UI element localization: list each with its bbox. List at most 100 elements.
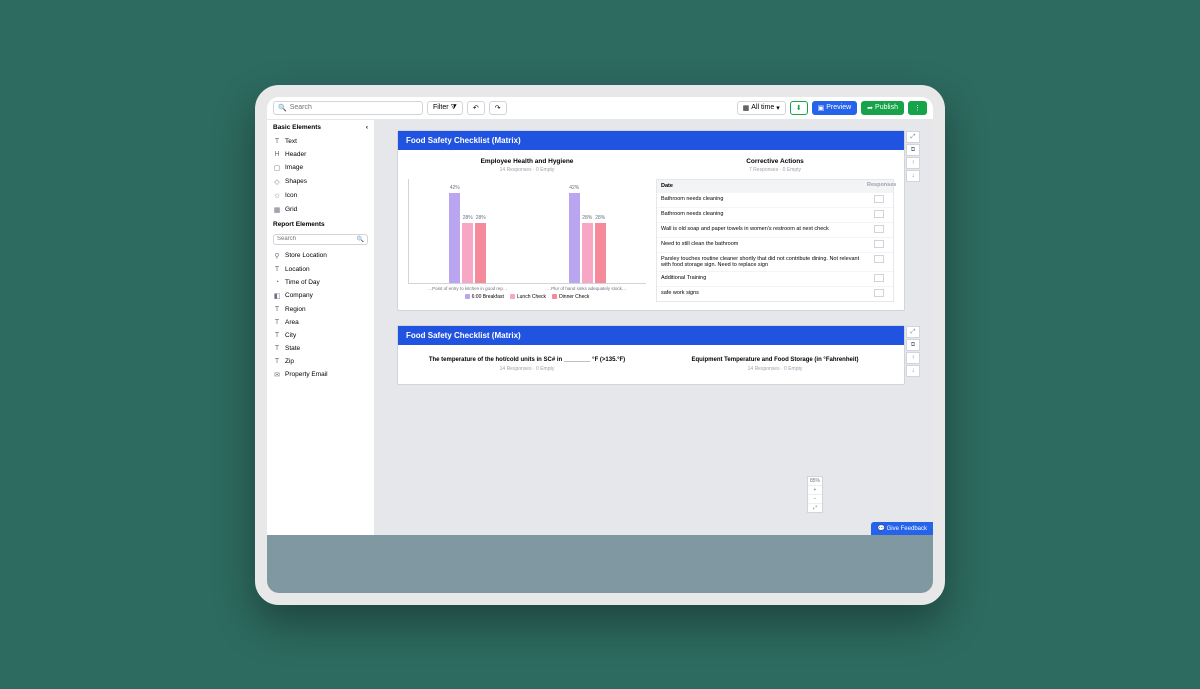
item-label: Header — [285, 151, 306, 158]
question-col-right: Equipment Temperature and Food Storage (… — [656, 357, 894, 373]
publish-label: Publish — [875, 104, 898, 111]
card-title: Food Safety Checklist (Matrix) — [398, 131, 904, 150]
sidebar-item[interactable]: TLocation — [267, 263, 374, 276]
question-title: The temperature of the hot/cold units in… — [408, 357, 646, 365]
sidebar-item[interactable]: ◔ Time of Day — [267, 276, 374, 289]
basic-elements-header[interactable]: Basic Elements ‹ — [267, 120, 374, 135]
sidebar-item[interactable]: HHeader — [267, 148, 374, 161]
item-label: Shapes — [285, 178, 307, 185]
feedback-button[interactable]: 💬 Give Feedback — [871, 522, 933, 535]
timerange-label: All time — [751, 104, 774, 111]
th-date: Date — [657, 180, 865, 192]
chart-subtitle: 14 Responses · 0 Empty — [408, 167, 646, 173]
chart-bar: 28% — [475, 223, 486, 282]
search-icon: 🔍 — [357, 236, 364, 243]
chart-bar: 28% — [595, 223, 606, 282]
card-copy-button[interactable]: ⧉ — [906, 144, 920, 156]
sidebar-item[interactable]: ⚲Store Location — [267, 249, 374, 263]
timerange-button[interactable]: ▦ All time ▾ — [737, 101, 786, 115]
chart-title: Employee Health and Hygiene — [408, 158, 646, 165]
sidebar-item[interactable]: TState — [267, 342, 374, 355]
report-elements-header[interactable]: Report Elements — [267, 217, 374, 232]
card-toolbar: ⤢ ⧉ ↑ ↓ — [906, 326, 920, 377]
app-body: Basic Elements ‹ TTextHHeader▢Image◇Shap… — [267, 120, 933, 593]
corrective-actions-table: Date Responses Bathroom needs cleaningBa… — [656, 179, 894, 302]
chart-column: Employee Health and Hygiene 14 Responses… — [408, 158, 646, 302]
td-text: Need to still clean the bathroom — [657, 238, 865, 252]
bottom-band — [267, 535, 933, 593]
basic-elements-title: Basic Elements — [273, 124, 321, 131]
card-copy-button[interactable]: ⧉ — [906, 339, 920, 351]
publish-button[interactable]: ➦ Publish — [861, 101, 904, 115]
zoom-pct[interactable]: 85% — [808, 477, 822, 486]
global-search[interactable]: 🔍 — [273, 101, 423, 115]
table-row: Wall is old soap and paper towels in wom… — [657, 222, 893, 237]
chart-x-labels: …Point of entry to kitchen in good rep……… — [408, 286, 646, 291]
sidebar-item[interactable]: TArea — [267, 316, 374, 329]
table-row: Parsley touches routine cleaner shortly … — [657, 252, 893, 271]
td-text: safe work signs — [657, 287, 865, 301]
card-up-button[interactable]: ↑ — [906, 157, 920, 169]
sidebar-item[interactable]: ✉Property Email — [267, 368, 374, 382]
top-toolbar: 🔍 Filter ⧩ ↶ ↷ ▦ All time ▾ ⬇ ▣ Preview … — [267, 97, 933, 120]
zoom-fit-button[interactable]: ⤢ — [808, 504, 822, 512]
question-sub: 14 Responses · 0 Empty — [656, 366, 894, 372]
publish-menu-button[interactable]: ⋮ — [908, 101, 927, 115]
question-title: Equipment Temperature and Food Storage (… — [656, 357, 894, 365]
sidebar-item[interactable]: ☆Icon — [267, 189, 374, 203]
preview-button[interactable]: ▣ Preview — [812, 101, 858, 115]
item-icon: ◇ — [273, 178, 281, 186]
chevron-left-icon: ‹ — [366, 124, 368, 131]
download-button[interactable]: ⬇ — [790, 101, 808, 115]
report-card-2[interactable]: ⤢ ⧉ ↑ ↓ Food Safety Checklist (Matrix) T… — [397, 325, 905, 386]
item-label: Area — [285, 319, 299, 326]
card-expand-button[interactable]: ⤢ — [906, 326, 920, 338]
item-label: Image — [285, 164, 303, 171]
report-canvas[interactable]: ⚙ ⤢ ⧉ ↑ ↓ Food Safety Checklist (Matrix)… — [375, 120, 933, 593]
table-row: Need to still clean the bathroom — [657, 237, 893, 252]
item-label: Text — [285, 138, 297, 145]
redo-button[interactable]: ↷ — [489, 101, 507, 115]
zoom-out-button[interactable]: − — [808, 495, 822, 504]
item-label: Company — [285, 292, 313, 299]
chart-bar: 28% — [462, 223, 473, 282]
bar-chart: 42%28%28%42%28%28% — [408, 179, 646, 284]
td-resp — [865, 272, 893, 286]
sidebar-item[interactable]: ◧Company — [267, 289, 374, 303]
item-icon: T — [273, 332, 281, 339]
sidebar-search[interactable]: 🔍 — [273, 234, 368, 245]
card-down-button[interactable]: ↓ — [906, 365, 920, 377]
card-expand-button[interactable]: ⤢ — [906, 131, 920, 143]
sidebar-item[interactable]: ◇ Shapes — [267, 175, 374, 189]
left-sidebar: Basic Elements ‹ TTextHHeader▢Image◇Shap… — [267, 120, 375, 593]
card-down-button[interactable]: ↓ — [906, 170, 920, 182]
filter-button[interactable]: Filter ⧩ — [427, 101, 463, 115]
undo-button[interactable]: ↶ — [467, 101, 485, 115]
sidebar-item[interactable]: ▦Grid — [267, 203, 374, 217]
item-icon: ✉ — [273, 371, 281, 379]
search-input[interactable] — [290, 104, 418, 111]
zoom-in-button[interactable]: + — [808, 486, 822, 495]
sidebar-item[interactable]: T City — [267, 329, 374, 342]
sidebar-search-input[interactable] — [277, 236, 357, 242]
report-elements-title: Report Elements — [273, 221, 325, 228]
chart-bar: 42% — [449, 193, 460, 282]
sidebar-item[interactable]: TText — [267, 135, 374, 148]
item-label: City — [285, 332, 296, 339]
preview-label: Preview — [826, 104, 851, 111]
search-icon: 🔍 — [278, 104, 287, 112]
zoom-control: 85% + − ⤢ — [807, 476, 823, 513]
card-body: The temperature of the hot/cold units in… — [398, 345, 904, 385]
report-card-1[interactable]: ⚙ ⤢ ⧉ ↑ ↓ Food Safety Checklist (Matrix)… — [397, 130, 905, 311]
item-icon: T — [273, 345, 281, 352]
sidebar-item[interactable]: TRegion — [267, 303, 374, 316]
sidebar-item[interactable]: ▢Image — [267, 161, 374, 175]
card-up-button[interactable]: ↑ — [906, 352, 920, 364]
td-text: Wall is old soap and paper towels in wom… — [657, 223, 865, 237]
item-icon: ◔ — [273, 279, 281, 286]
filter-label: Filter — [433, 104, 449, 111]
sidebar-item[interactable]: TZip — [267, 355, 374, 368]
chart-legend: 6:00 BreakfastLunch CheckDinner Check — [408, 294, 646, 300]
td-text: Additional Training — [657, 272, 865, 286]
item-label: Time of Day — [285, 279, 320, 286]
